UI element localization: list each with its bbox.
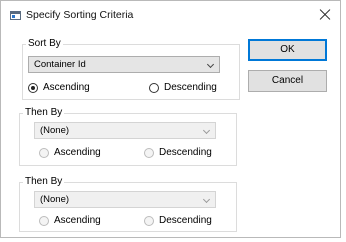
ok-button[interactable]: OK [248, 39, 327, 61]
then-by-1-descending-radio[interactable]: Descending [144, 147, 224, 160]
cancel-button[interactable]: Cancel [248, 70, 327, 92]
then-by-1-field-select[interactable]: (None) [34, 122, 216, 139]
then-by-2-ascending-label: Ascending [54, 215, 101, 226]
sort-by-ascending-radio[interactable]: Ascending [28, 82, 108, 95]
then-by-1-label: Then By [23, 107, 65, 118]
dialog-title: Specify Sorting Criteria [26, 9, 134, 21]
sort-by-descending-radio[interactable]: Descending [149, 82, 229, 95]
title-bar: Specify Sorting Criteria [1, 1, 340, 29]
then-by-2-label: Then By [23, 176, 65, 187]
radio-unchecked-icon [39, 216, 49, 226]
sort-by-ascending-label: Ascending [43, 82, 90, 93]
sort-by-selected-value: Container Id [34, 59, 86, 70]
then-by-2-selected-value: (None) [40, 194, 70, 205]
radio-unchecked-icon [144, 216, 154, 226]
radio-unchecked-icon [149, 83, 159, 93]
then-by-2-field-select[interactable]: (None) [34, 191, 216, 208]
close-icon[interactable] [314, 5, 336, 25]
radio-unchecked-icon [39, 148, 49, 158]
then-by-2-descending-radio[interactable]: Descending [144, 215, 224, 228]
sorting-criteria-dialog: Specify Sorting Criteria Sort By Contain… [0, 0, 341, 238]
then-by-1-descending-label: Descending [159, 147, 212, 158]
then-by-2-descending-label: Descending [159, 215, 212, 226]
chevron-down-icon [202, 195, 211, 204]
sort-by-field-select[interactable]: Container Id [28, 56, 220, 73]
chevron-down-icon [206, 60, 215, 69]
sort-by-descending-label: Descending [164, 82, 217, 93]
sort-by-label: Sort By [26, 38, 63, 49]
radio-checked-icon [28, 83, 38, 93]
then-by-1-ascending-radio[interactable]: Ascending [39, 147, 119, 160]
then-by-1-selected-value: (None) [40, 125, 70, 136]
chevron-down-icon [202, 126, 211, 135]
then-by-1-ascending-label: Ascending [54, 147, 101, 158]
dialog-window-icon [10, 11, 21, 20]
then-by-2-ascending-radio[interactable]: Ascending [39, 215, 119, 228]
radio-unchecked-icon [144, 148, 154, 158]
